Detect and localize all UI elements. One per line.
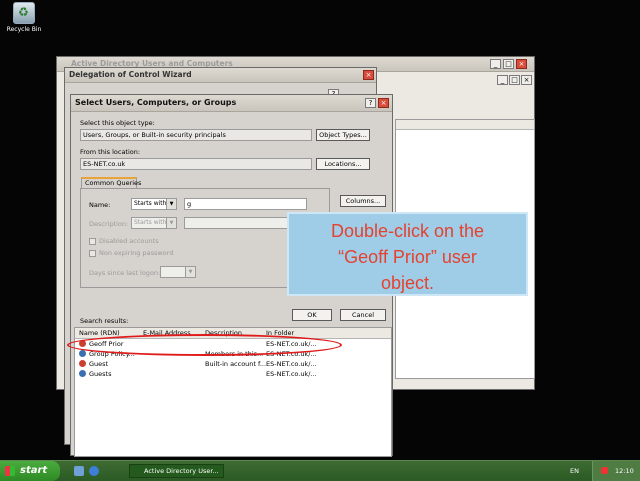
row-name: Guest — [89, 360, 109, 368]
taskbar-task-aduc[interactable]: Active Directory User... — [129, 464, 224, 478]
row-folder: ES-NET.co.uk/... — [266, 360, 317, 368]
taskbar: start Active Directory User... EN 12:10 — [0, 460, 640, 481]
description-label: Description: — [89, 220, 129, 228]
callout-line-2: “Geoff Prior” user — [338, 247, 477, 267]
non-expiring-label: Non expiring password — [99, 249, 174, 257]
ok-button[interactable]: OK — [292, 309, 332, 321]
group-icon — [79, 370, 86, 377]
task-label: Active Directory User... — [144, 467, 219, 475]
recycle-bin-icon — [13, 2, 35, 24]
description-operator-dropdown[interactable]: Starts with ▼ — [131, 217, 177, 229]
name-input[interactable]: g — [184, 198, 307, 210]
details-pane-header — [396, 120, 534, 130]
wizard-title: Delegation of Control Wizard — [69, 70, 192, 79]
search-results-label: Search results: — [80, 317, 129, 325]
wizard-close-button[interactable]: × — [363, 70, 374, 80]
maximize-button[interactable]: □ — [503, 59, 514, 69]
row-folder: ES-NET.co.uk/... — [266, 370, 317, 378]
windows-logo-icon — [5, 466, 15, 476]
minimize-button[interactable]: _ — [490, 59, 501, 69]
disabled-accounts-checkbox[interactable] — [89, 238, 96, 245]
description-operator-value: Starts with — [134, 219, 167, 226]
dialog-close-button[interactable]: × — [378, 98, 389, 108]
group-icon — [79, 350, 86, 357]
cancel-button[interactable]: Cancel — [340, 309, 386, 321]
highlight-ellipse — [67, 334, 342, 356]
row-name: Guests — [89, 370, 112, 378]
start-label: start — [20, 465, 48, 476]
dialog-title: Select Users, Computers, or Groups — [75, 98, 237, 107]
user-icon — [79, 360, 86, 367]
name-label: Name: — [89, 201, 111, 209]
inner-close-button[interactable]: × — [521, 75, 532, 85]
object-type-label: Select this object type: — [80, 119, 155, 127]
locations-button[interactable]: Locations... — [316, 158, 370, 170]
quick-launch-icon[interactable] — [74, 466, 84, 476]
dialog-help-button[interactable]: ? — [365, 98, 376, 108]
callout-line-3: object. — [380, 273, 435, 293]
clock: 12:10 — [615, 467, 634, 475]
name-operator-dropdown[interactable]: Starts with ▼ — [131, 198, 177, 210]
system-tray: 12:10 — [592, 461, 640, 481]
location-label: From this location: — [80, 148, 141, 156]
callout-line-1: Double-click on the — [330, 221, 485, 241]
close-button[interactable]: × — [516, 59, 527, 69]
recycle-bin-label: Recycle Bin — [6, 26, 42, 33]
internet-explorer-icon[interactable] — [89, 466, 99, 476]
columns-button[interactable]: Columns... — [340, 195, 386, 207]
table-row[interactable]: Guest Built-in account f... ES-NET.co.uk… — [75, 359, 325, 369]
instruction-callout: Double-click on the “Geoff Prior” user o… — [287, 212, 528, 296]
chevron-down-icon: ▼ — [166, 218, 176, 228]
start-button[interactable]: start — [0, 461, 60, 481]
object-types-button[interactable]: Object Types... — [316, 129, 370, 141]
aduc-inner-controls: _ □ × — [497, 75, 533, 87]
tab-label: Common Queries — [85, 179, 142, 187]
row-description: Built-in account f... — [205, 360, 267, 368]
network-icon[interactable] — [601, 467, 608, 474]
disabled-accounts-label: Disabled accounts — [99, 237, 159, 245]
object-type-field: Users, Groups, or Built-in security prin… — [80, 129, 312, 141]
days-since-logon-dropdown[interactable]: ▼ — [160, 266, 196, 278]
chevron-down-icon: ▼ — [185, 267, 195, 277]
language-indicator[interactable]: EN — [570, 467, 579, 475]
inner-minimize-button[interactable]: _ — [497, 75, 508, 85]
days-since-logon-label: Days since last logon: — [89, 269, 161, 277]
dialog-titlebar[interactable]: Select Users, Computers, or Groups ? × — [71, 95, 392, 112]
tab-common-queries[interactable]: Common Queries — [81, 177, 141, 188]
wizard-titlebar[interactable]: Delegation of Control Wizard × — [65, 68, 376, 83]
location-field: ES-NET.co.uk — [80, 158, 312, 170]
table-row[interactable]: Guests ES-NET.co.uk/... — [75, 369, 325, 379]
inner-restore-button[interactable]: □ — [509, 75, 520, 85]
non-expiring-checkbox[interactable] — [89, 250, 96, 257]
chevron-down-icon: ▼ — [166, 199, 176, 209]
recycle-bin-desktop-icon[interactable]: Recycle Bin — [6, 2, 42, 33]
name-operator-value: Starts with — [134, 200, 167, 207]
